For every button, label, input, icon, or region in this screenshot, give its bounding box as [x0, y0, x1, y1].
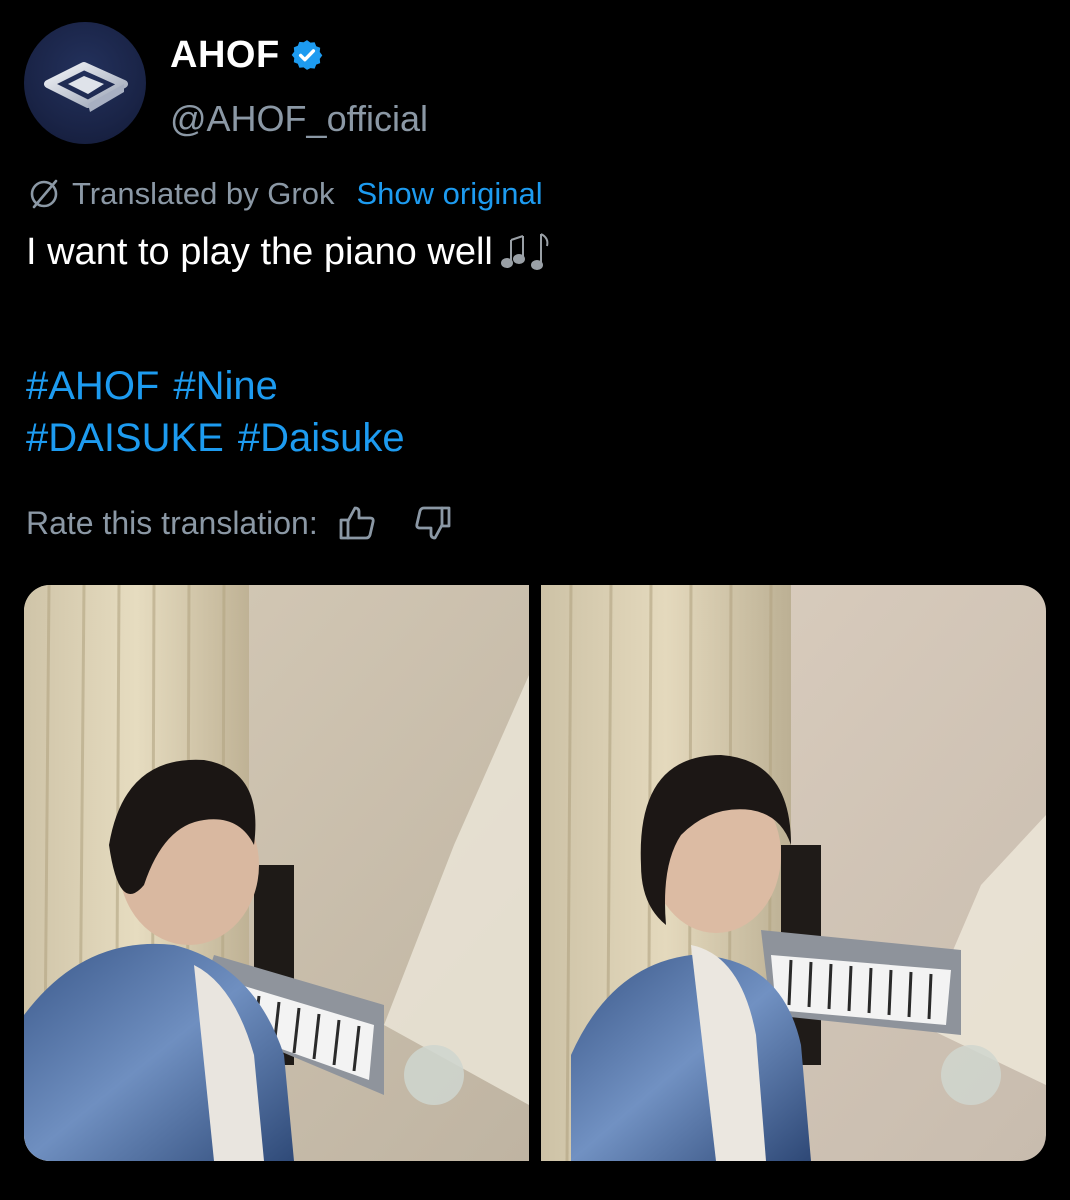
thumbs-down-icon[interactable] [412, 503, 452, 543]
avatar[interactable] [24, 22, 146, 144]
rate-translation-row: Rate this translation: [26, 500, 452, 546]
translated-by-label: Translated by Grok [72, 176, 335, 211]
handle[interactable]: @AHOF_official [170, 98, 428, 140]
photo-image [541, 585, 1046, 1161]
ahof-logo-icon [44, 62, 128, 112]
photo-image [24, 585, 529, 1161]
hashtag-line: #AHOF #Nine [26, 360, 419, 412]
musical-notes-icon [500, 233, 549, 270]
hashtags: #AHOF #Nine #DAISUKE #Daisuke [26, 360, 419, 464]
display-name[interactable]: AHOF [170, 34, 280, 77]
thumbs-up-icon[interactable] [338, 503, 378, 543]
photo-piano-laughing[interactable] [24, 585, 529, 1161]
translation-row: Translated by Grok Show original [26, 172, 543, 216]
hashtag-link[interactable]: #DAISUKE [26, 416, 224, 460]
grok-icon [30, 179, 58, 209]
verified-badge-icon [291, 40, 322, 70]
rate-translation-label: Rate this translation: [26, 504, 318, 541]
hashtag-link[interactable]: #Nine [173, 364, 278, 408]
name-row: AHOF [170, 30, 324, 80]
tweet-text: I want to play the piano well [26, 230, 557, 274]
hashtag-link[interactable]: #AHOF [26, 364, 159, 408]
hashtag-link[interactable]: #Daisuke [238, 416, 405, 460]
media-grid [24, 585, 1046, 1161]
photo-piano-smiling[interactable] [541, 585, 1046, 1161]
show-original-link[interactable]: Show original [356, 176, 542, 212]
tweet-header: AHOF @AHOF_official [24, 22, 1044, 144]
hashtag-line: #DAISUKE #Daisuke [26, 412, 419, 464]
tweet-body: I want to play the piano well [26, 230, 493, 273]
